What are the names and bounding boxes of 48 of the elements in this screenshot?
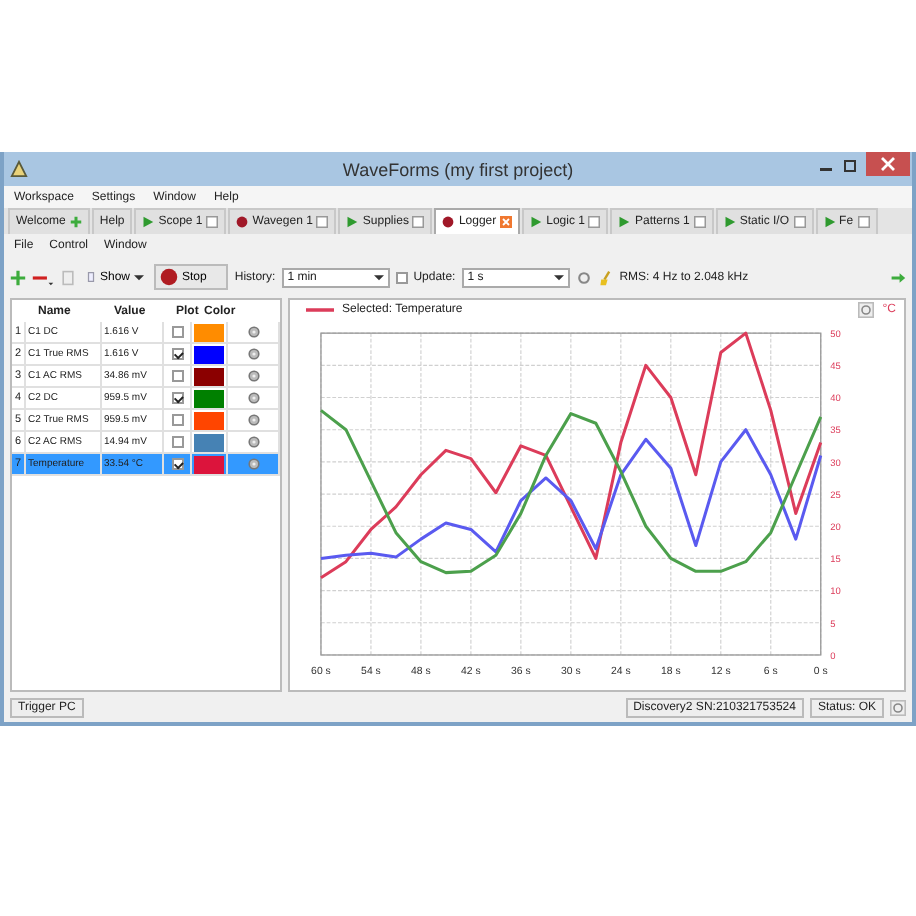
play-icon — [142, 216, 155, 228]
play-icon — [723, 216, 736, 228]
play-icon — [823, 216, 836, 228]
record-icon — [160, 268, 179, 286]
color-swatch[interactable] — [194, 433, 224, 451]
color-swatch[interactable] — [194, 367, 224, 385]
add-icon[interactable] — [10, 269, 26, 285]
app-icon — [10, 160, 28, 178]
color-swatch[interactable] — [194, 345, 224, 363]
play-icon — [530, 216, 543, 228]
record-icon — [236, 216, 249, 228]
refresh-icon[interactable] — [858, 301, 875, 318]
window-title: WaveForms (my first project) — [342, 159, 574, 179]
plot-checkbox[interactable] — [171, 458, 183, 470]
close-icon[interactable] — [500, 216, 513, 228]
arrow-right-icon[interactable] — [890, 269, 906, 285]
caret-icon — [553, 272, 564, 282]
color-swatch[interactable] — [194, 323, 224, 341]
refresh-icon[interactable] — [575, 269, 592, 285]
color-swatch[interactable] — [194, 389, 224, 407]
color-swatch[interactable] — [194, 455, 224, 473]
checkbox-icon[interactable] — [793, 216, 806, 228]
plot-checkbox[interactable] — [171, 436, 183, 448]
plot-checkbox[interactable] — [171, 348, 183, 360]
caret-icon — [373, 272, 384, 282]
caret-icon — [134, 272, 145, 282]
color-swatch[interactable] — [194, 411, 224, 429]
checkbox-icon[interactable] — [316, 216, 329, 228]
play-icon — [346, 216, 359, 228]
brush-icon[interactable] — [597, 269, 614, 285]
plot-checkbox[interactable] — [171, 392, 183, 404]
checkbox-icon[interactable] — [693, 216, 706, 228]
plot-checkbox[interactable] — [171, 370, 183, 382]
maximize-icon[interactable] — [840, 156, 860, 176]
plus-icon — [69, 216, 82, 228]
plot-checkbox[interactable] — [171, 414, 183, 426]
record-icon — [442, 216, 455, 228]
checkbox-icon[interactable] — [857, 216, 870, 228]
page-icon — [86, 272, 96, 282]
update-checkbox[interactable] — [395, 271, 408, 283]
checkbox-icon[interactable] — [206, 216, 219, 228]
checkbox-icon[interactable] — [412, 216, 425, 228]
checkbox-icon[interactable] — [588, 216, 601, 228]
close-button[interactable] — [864, 152, 912, 176]
document-icon[interactable] — [60, 269, 76, 285]
settings-icon[interactable] — [890, 699, 906, 715]
plot-checkbox[interactable] — [171, 326, 183, 338]
play-icon — [618, 216, 631, 228]
